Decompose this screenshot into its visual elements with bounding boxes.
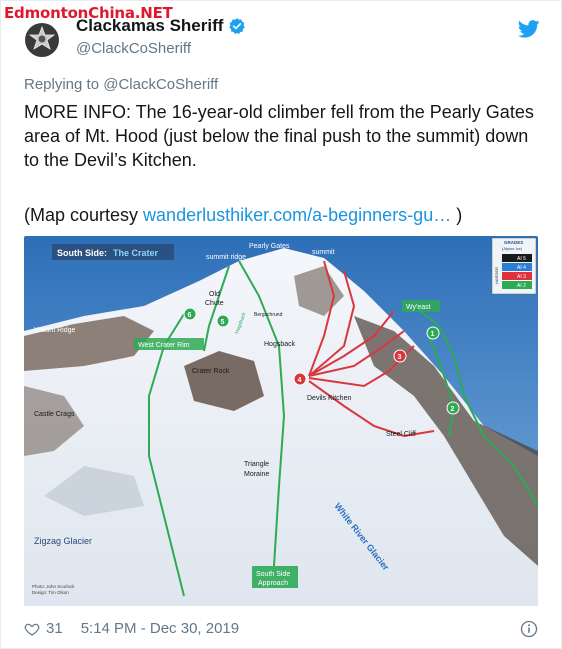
account-handle[interactable]: @ClackCoSheriff [76,40,191,57]
label-pearly-gates: Pearly Gates [249,243,290,250]
route-marker-4: 4 [293,372,307,386]
svg-text:3: 3 [398,354,402,361]
replying-to: Replying to @ClackCoSheriff [24,76,218,93]
label-hogsback: Hogsback [264,341,296,348]
map-title-right: The Crater [113,248,159,258]
label-crater-rock: Crater Rock [192,368,230,375]
route-marker-1: 1 [426,326,440,340]
label-summit: summit [312,249,335,256]
svg-text:1: 1 [431,331,435,338]
heart-icon[interactable] [24,621,40,637]
svg-text:GRADES: GRADES [504,240,523,245]
photo-credit: Photo: John Scurlock [32,584,75,589]
name-row[interactable]: Clackamas Sheriff [76,16,246,36]
label-moraine: Moraine [244,471,269,478]
svg-text:AI 2: AI 2 [517,283,526,289]
svg-text:6: 6 [188,312,192,319]
label-south-side: South Side [256,571,290,578]
label-castle-crags: Castle Crags [34,411,75,418]
map-title-left: South Side: [57,248,107,258]
reply-mention-link[interactable]: @ClackCoSheriff [103,76,218,93]
label-west-crater-rim: West Crater Rim [138,342,190,349]
replying-to-label: Replying to [24,76,100,93]
info-icon[interactable] [520,620,538,638]
credit-link[interactable]: wanderlusthiker.com/a-beginners-gu… [143,205,451,225]
label-wy-east: Wy'east [406,304,431,311]
design-credit: Design: Tim Olson [32,590,69,595]
svg-text:2: 2 [451,406,455,413]
label-chute: Chute [205,300,224,307]
like-count[interactable]: 31 [46,620,63,637]
svg-text:5: 5 [221,319,225,326]
label-triangle: Triangle [244,461,269,468]
credit-suffix: ) [451,205,463,225]
credit-prefix: (Map courtesy [24,205,144,225]
route-marker-3: 3 [393,349,407,363]
route-map-image[interactable]: South Side: The Crater Pearly Gates summ… [24,236,538,606]
tweet-timestamp[interactable]: 5:14 PM - Dec 30, 2019 [81,620,239,637]
label-yocum-ridge: Yocum Ridge [34,327,75,334]
map-credit: (Map courtesy wanderlusthiker.com/a-begi… [24,203,462,227]
label-summit-ridge: summit ridge [206,254,246,261]
twitter-bird-icon[interactable] [518,20,540,38]
tweet-footer: 31 5:14 PM - Dec 30, 2019 [24,620,239,637]
route-marker-5: 5 [216,314,230,328]
verified-badge-icon [229,18,246,35]
label-devils-kitchen: Devils Kitchen [307,395,351,402]
svg-text:AI 5: AI 5 [517,256,526,262]
svg-text:HARDER: HARDER [494,267,499,284]
label-steel-cliff: Steel Cliff [386,431,416,438]
display-name[interactable]: Clackamas Sheriff [76,16,223,36]
label-bergschrund: Bergschrund [254,312,283,318]
route-marker-2: 2 [446,401,460,415]
label-zigzag-glacier: Zigzag Glacier [34,536,92,546]
label-old: Old [209,291,220,298]
avatar[interactable] [24,22,60,58]
svg-text:(Alpine Ice): (Alpine Ice) [502,246,523,251]
svg-text:4: 4 [298,377,302,384]
route-marker-6: 6 [183,307,197,321]
label-approach: Approach [258,580,288,587]
grades-legend: GRADES (Alpine Ice) HARDER AI 5 AI 4 AI … [491,237,537,295]
tweet-text: MORE INFO: The 16-year-old climber fell … [24,102,534,170]
svg-text:AI 3: AI 3 [517,274,526,280]
svg-text:AI 4: AI 4 [517,265,526,271]
